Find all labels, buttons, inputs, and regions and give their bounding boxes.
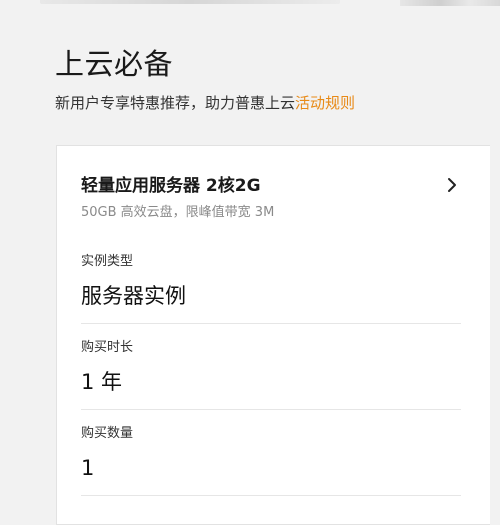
- field-label: 实例类型: [81, 254, 134, 269]
- section-subtitle-text: 新用户专享特惠推荐，助力普惠上云: [55, 94, 296, 112]
- field-label: 购买数量: [81, 426, 134, 441]
- activity-rules-link[interactable]: 活动规则: [295, 94, 355, 112]
- product-description: 50GB 高效云盘，限峰值带宽 3M: [81, 205, 275, 220]
- product-header[interactable]: 轻量应用服务器 2核2G 50GB 高效云盘，限峰值带宽 3M: [81, 174, 461, 222]
- field-instance-type[interactable]: 实例类型 服务器实例: [81, 253, 461, 311]
- section-title: 上云必备: [55, 47, 174, 81]
- top-banner: [0, 0, 500, 8]
- banner-image-left: [40, 0, 340, 4]
- divider: [81, 409, 461, 410]
- divider: [81, 495, 461, 496]
- field-purchase-quantity[interactable]: 购买数量 1: [81, 425, 461, 483]
- field-value: 1: [81, 456, 95, 480]
- field-label: 购买时长: [81, 340, 134, 355]
- field-value: 服务器实例: [81, 284, 186, 308]
- field-purchase-duration[interactable]: 购买时长 1 年: [81, 339, 461, 397]
- banner-image-right: [400, 0, 500, 6]
- section-subtitle: 新用户专享特惠推荐，助力普惠上云活动规则: [55, 92, 475, 114]
- product-name: 轻量应用服务器 2核2G: [81, 176, 261, 196]
- field-value: 1 年: [81, 370, 123, 394]
- product-card: 轻量应用服务器 2核2G 50GB 高效云盘，限峰值带宽 3M 实例类型 服务器…: [56, 145, 490, 525]
- chevron-right-icon[interactable]: [443, 176, 461, 194]
- divider: [81, 323, 461, 324]
- promo-section-header: 上云必备 新用户专享特惠推荐，助力普惠上云活动规则: [55, 44, 475, 114]
